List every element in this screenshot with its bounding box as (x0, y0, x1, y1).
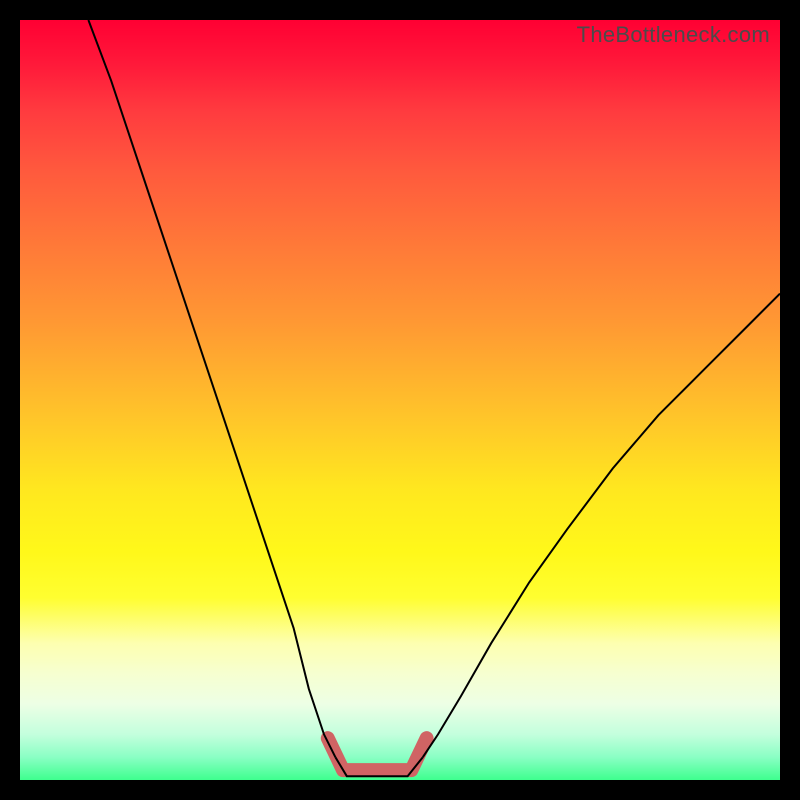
chart-svg (20, 20, 780, 780)
plot-area: TheBottleneck.com (20, 20, 780, 780)
series-plateau-highlight (328, 738, 427, 770)
chart-frame: TheBottleneck.com (0, 0, 800, 800)
series-curve-right (423, 294, 780, 758)
series-curve-left (88, 20, 335, 757)
